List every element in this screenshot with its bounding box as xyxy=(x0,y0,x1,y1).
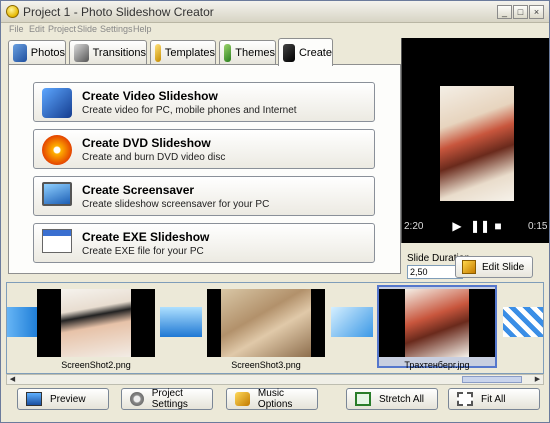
tab-transitions[interactable]: Transitions xyxy=(69,40,147,65)
bottom-toolbar: Preview Project Settings Music Options S… xyxy=(1,386,549,422)
time-total: 0:15 xyxy=(528,221,548,232)
button-label: Project Settings xyxy=(151,388,188,410)
title-bar[interactable]: Project 1 - Photo Slideshow Creator _ □ … xyxy=(1,1,549,23)
create-dvd-slideshow-button[interactable]: Create DVD Slideshow Create and burn DVD… xyxy=(33,129,375,169)
gear-icon xyxy=(130,392,144,406)
option-title: Create DVD Slideshow xyxy=(82,136,211,150)
music-icon xyxy=(235,392,250,406)
edit-icon xyxy=(462,260,476,274)
stretch-icon xyxy=(355,392,371,406)
transition-thumbnail[interactable] xyxy=(503,307,543,337)
play-icon[interactable]: ▶ xyxy=(450,220,464,233)
scroll-right-icon[interactable]: ▶ xyxy=(532,375,543,384)
dvd-icon xyxy=(42,135,72,165)
slide-caption: ScreenShot3.png xyxy=(231,360,301,370)
tab-label: Photos xyxy=(30,47,65,59)
filmstrip-scrollbar[interactable]: ◀ ▶ xyxy=(6,374,544,385)
option-desc: Create video for PC, mobile phones and I… xyxy=(82,105,297,116)
option-title: Create EXE Slideshow xyxy=(82,230,210,244)
preview-button[interactable]: Preview xyxy=(17,388,109,410)
window-title: Project 1 - Photo Slideshow Creator xyxy=(23,5,214,19)
pause-icon[interactable]: ❚❚ xyxy=(470,220,490,233)
menu-bar: File Edit Project Slide Settings Help xyxy=(1,23,549,37)
tab-create[interactable]: Create xyxy=(278,38,333,66)
preview-image xyxy=(440,86,514,201)
stop-icon[interactable]: ■ xyxy=(491,220,505,233)
app-window: Project 1 - Photo Slideshow Creator _ □ … xyxy=(0,0,550,423)
fit-all-button[interactable]: Fit All xyxy=(448,388,540,410)
option-desc: Create slideshow screensaver for your PC xyxy=(82,199,270,210)
slide-caption: ScreenShot2.png xyxy=(61,360,131,370)
minimize-button[interactable]: _ xyxy=(497,5,512,19)
option-desc: Create and burn DVD video disc xyxy=(82,152,226,163)
project-settings-button[interactable]: Project Settings xyxy=(121,388,213,410)
menu-settings[interactable]: Settings xyxy=(100,24,133,34)
monitor-icon xyxy=(26,392,42,406)
tab-templates[interactable]: Templates xyxy=(150,40,216,65)
menu-edit[interactable]: Edit xyxy=(29,24,45,34)
transition-thumbnail[interactable] xyxy=(331,307,373,337)
monitor-icon xyxy=(42,182,72,206)
slide-image xyxy=(221,289,311,357)
templates-icon xyxy=(155,44,161,62)
menu-help[interactable]: Help xyxy=(133,24,152,34)
slide-caption: Трахтенберг.jpg xyxy=(404,360,470,370)
create-icon xyxy=(283,43,295,62)
video-icon xyxy=(42,88,72,118)
music-options-button[interactable]: Music Options xyxy=(226,388,318,410)
maximize-button[interactable]: □ xyxy=(513,5,528,19)
app-icon xyxy=(6,5,19,18)
edit-slide-button[interactable]: Edit Slide xyxy=(455,256,533,278)
slide-thumbnail[interactable]: ScreenShot3.png xyxy=(207,289,325,370)
create-exe-slideshow-button[interactable]: Create EXE Slideshow Create EXE file for… xyxy=(33,223,375,263)
button-label: Music Options xyxy=(257,388,293,410)
preview-panel: 2:20 ▶ ❚❚ ■ 0:15 xyxy=(401,38,549,243)
button-label: Fit All xyxy=(481,393,506,405)
option-title: Create Video Slideshow xyxy=(82,89,218,103)
slide-thumbnail[interactable]: ScreenShot2.png xyxy=(37,289,155,370)
slide-thumbnail-selected[interactable]: Трахтенберг.jpg xyxy=(379,289,495,370)
menu-slide[interactable]: Slide xyxy=(77,24,97,34)
transitions-icon xyxy=(74,44,89,62)
filmstrip[interactable]: ScreenShot2.png ScreenShot3.png Трахтенб… xyxy=(6,282,544,374)
stretch-all-button[interactable]: Stretch All xyxy=(346,388,438,410)
time-elapsed: 2:20 xyxy=(404,221,424,232)
transition-thumbnail[interactable] xyxy=(160,307,202,337)
tab-label: Create xyxy=(298,46,332,59)
button-label: Stretch All xyxy=(379,393,425,405)
tab-label: Transitions xyxy=(92,47,146,59)
tab-bar: Photos Transitions Templates Themes Crea… xyxy=(8,38,408,66)
player-controls: 2:20 ▶ ❚❚ ■ 0:15 xyxy=(402,215,549,239)
create-video-slideshow-button[interactable]: Create Video Slideshow Create video for … xyxy=(33,82,375,122)
tab-label: Templates xyxy=(164,47,215,59)
tab-themes[interactable]: Themes xyxy=(219,40,276,65)
slide-image xyxy=(61,289,131,357)
fit-icon xyxy=(457,392,473,406)
menu-file[interactable]: File xyxy=(9,24,24,34)
menu-project[interactable]: Project xyxy=(48,24,76,34)
transition-thumbnail[interactable] xyxy=(7,307,39,337)
create-screensaver-button[interactable]: Create Screensaver Create slideshow scre… xyxy=(33,176,375,216)
themes-icon xyxy=(224,44,232,62)
slide-image xyxy=(405,289,469,357)
create-panel: Create Video Slideshow Create video for … xyxy=(8,64,401,274)
exe-window-icon xyxy=(42,229,72,253)
photos-icon xyxy=(13,44,27,62)
close-button[interactable]: × xyxy=(529,5,544,19)
option-title: Create Screensaver xyxy=(82,183,195,197)
edit-slide-label: Edit Slide xyxy=(482,261,525,273)
scroll-left-icon[interactable]: ◀ xyxy=(7,375,18,384)
slide-settings: Slide Duration 2,50 Edit Slide xyxy=(401,243,549,281)
tab-label: Themes xyxy=(235,47,275,59)
scrollbar-thumb[interactable] xyxy=(462,376,522,383)
option-desc: Create EXE file for your PC xyxy=(82,246,204,257)
tab-photos[interactable]: Photos xyxy=(8,40,66,65)
button-label: Preview xyxy=(50,393,86,405)
